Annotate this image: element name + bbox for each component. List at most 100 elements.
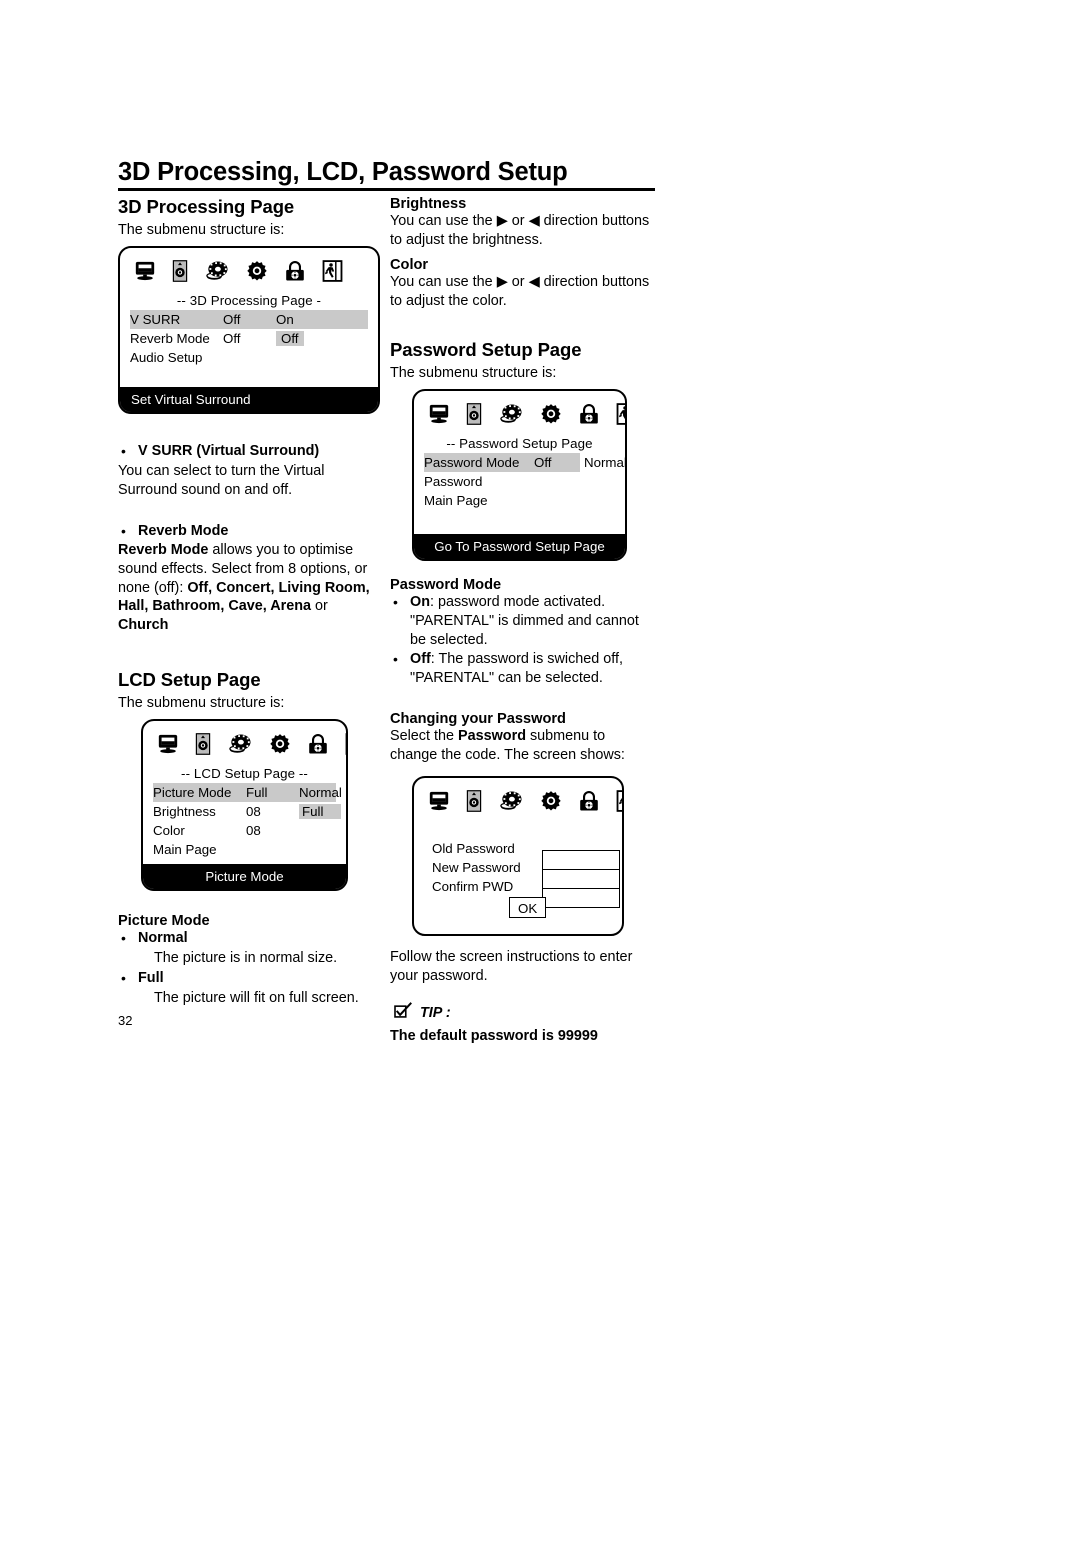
osd-row-value: 08 [246, 804, 261, 820]
brightness-text-a: You can use the [390, 213, 497, 229]
title-divider [118, 188, 655, 191]
right-column: Brightness You can use the ▶ or ◀ direct… [390, 196, 652, 1046]
osd-title-lcd: -- LCD Setup Page -- [181, 766, 308, 782]
osd-row-label: Main Page [153, 842, 217, 858]
old-password-field[interactable] [543, 851, 619, 870]
disc-icon[interactable] [498, 403, 524, 430]
osd-row-label: Reverb Mode [130, 331, 210, 347]
list-item: • V SURR (Virtual Surround) [118, 442, 380, 461]
speaker-icon[interactable] [195, 733, 211, 760]
color-text-b: or [507, 274, 529, 291]
osd-row-password-mode[interactable]: Password Mode Off [424, 453, 580, 473]
list-item: • Reverb Mode [118, 522, 380, 541]
bullet-list-reverb: • Reverb Mode [118, 522, 380, 541]
speaker-icon[interactable] [466, 403, 482, 430]
page-title: 3D Processing, LCD, Password Setup [118, 158, 568, 186]
new-password-field[interactable] [543, 870, 619, 889]
bullet-dot: • [393, 594, 398, 611]
osd-row-label: Password Mode [424, 455, 520, 471]
bullet-dot: • [393, 651, 398, 668]
osd-option-label: Normal [584, 455, 627, 471]
tip-header: TIP : [394, 1001, 652, 1024]
osd-row-value: Off [223, 331, 241, 347]
reverb-option-last: Church [118, 617, 169, 634]
bullet-title-normal: Normal [138, 930, 188, 947]
monitor-icon[interactable] [157, 733, 179, 760]
osd-option-normal[interactable]: Normal [584, 453, 627, 472]
osd-row-value: 08 [246, 823, 261, 839]
osd-option-label: Full [299, 804, 342, 820]
osd-row-value: Off [534, 455, 552, 471]
osd-screen-password-entry: Old Password New Password Confirm PWD OK [412, 776, 624, 937]
osd-option-normal[interactable]: Normal [299, 783, 342, 802]
bullet-title-off: Off [410, 651, 431, 668]
speaker-icon[interactable] [466, 790, 482, 817]
lock-icon[interactable] [307, 733, 329, 760]
password-entry-fields [542, 850, 620, 909]
osd-icon-row [424, 400, 625, 430]
exit-icon[interactable] [322, 260, 343, 287]
body-text-full: The picture will fit on full screen. [154, 989, 359, 1006]
disc-icon[interactable] [498, 790, 524, 817]
list-item: • Normal [118, 929, 380, 948]
confirm-password-field[interactable] [543, 889, 619, 908]
osd-row-value: Off [223, 312, 241, 328]
osd-row-audio-setup[interactable]: Audio Setup [130, 348, 368, 367]
disc-icon[interactable] [204, 260, 230, 287]
lock-icon[interactable] [578, 790, 600, 817]
gear-icon[interactable] [540, 403, 562, 430]
arrow-right-icon: ▶ [496, 274, 508, 291]
osd-footer-3d: Set Virtual Surround [120, 387, 378, 413]
osd-option-off[interactable]: Off [276, 329, 304, 348]
osd-row-password[interactable]: Password [424, 472, 615, 491]
body-text-follow-instructions: Follow the screen instructions to enter … [390, 949, 633, 985]
lock-icon[interactable] [578, 403, 600, 430]
new-password-label: New Password [432, 860, 521, 876]
body-text-off: : The password is swiched off, "PARENTAL… [410, 651, 624, 687]
monitor-icon[interactable] [428, 403, 450, 430]
osd-row-value: Full [246, 785, 268, 801]
speaker-icon[interactable] [172, 260, 188, 287]
osd-row-main-page[interactable]: Main Page [153, 840, 336, 859]
tip-label: TIP : [420, 1004, 451, 1021]
exit-icon[interactable] [616, 790, 622, 817]
reverb-bold-lead: Reverb Mode [118, 542, 209, 559]
gear-icon[interactable] [246, 260, 268, 287]
arrow-right-icon: ▶ [496, 213, 508, 229]
gear-icon[interactable] [540, 790, 562, 817]
reverb-or: or [311, 598, 328, 615]
ok-button[interactable]: OK [509, 897, 547, 919]
osd-row-color[interactable]: Color 08 [153, 821, 336, 840]
lock-icon[interactable] [284, 260, 306, 287]
osd-row-list-3d: V SURR Off Reverb Mode Off Audio Setup O… [130, 310, 368, 367]
osd-row-label: Brightness [153, 804, 216, 820]
exit-icon[interactable] [345, 733, 346, 760]
osd-row-reverb-mode[interactable]: Reverb Mode Off [130, 329, 368, 348]
bullet-dot: • [121, 930, 126, 947]
tip-text: The default password is 99999 [390, 1027, 598, 1044]
osd-row-label: Picture Mode [153, 785, 232, 801]
bullet-title-reverb-mode: Reverb Mode [138, 522, 229, 539]
list-item-description: The picture is in normal size. [118, 949, 380, 968]
monitor-icon[interactable] [134, 260, 156, 287]
monitor-icon[interactable] [428, 790, 450, 817]
subsection-picture-mode: Picture Mode [118, 913, 210, 930]
gear-icon[interactable] [269, 733, 291, 760]
osd-row-v-surr[interactable]: V SURR Off [130, 310, 368, 330]
bullet-dot: • [121, 969, 126, 986]
brightness-text-b: or [507, 213, 529, 229]
subsection-brightness: Brightness [390, 196, 467, 212]
disc-icon[interactable] [227, 733, 253, 760]
osd-icon-row [130, 257, 368, 287]
exit-icon[interactable] [616, 403, 625, 430]
osd-screen-3d-processing: -- 3D Processing Page - V SURR Off Rever… [118, 246, 380, 415]
osd-option-on[interactable]: On [276, 310, 304, 329]
osd-option-full[interactable]: Full [299, 802, 342, 821]
subsection-changing-password: Changing your Password [390, 710, 566, 727]
arrow-left-icon: ◀ [528, 213, 540, 229]
body-text-normal: The picture is in normal size. [154, 950, 338, 967]
section-heading-password-setup: Password Setup Page [390, 338, 582, 360]
manual-page: 3D Processing, LCD, Password Setup 3D Pr… [0, 0, 1080, 1560]
osd-row-list-password: Password Mode Off Password Main Page Nor… [424, 453, 625, 510]
osd-row-main-page[interactable]: Main Page [424, 491, 615, 510]
